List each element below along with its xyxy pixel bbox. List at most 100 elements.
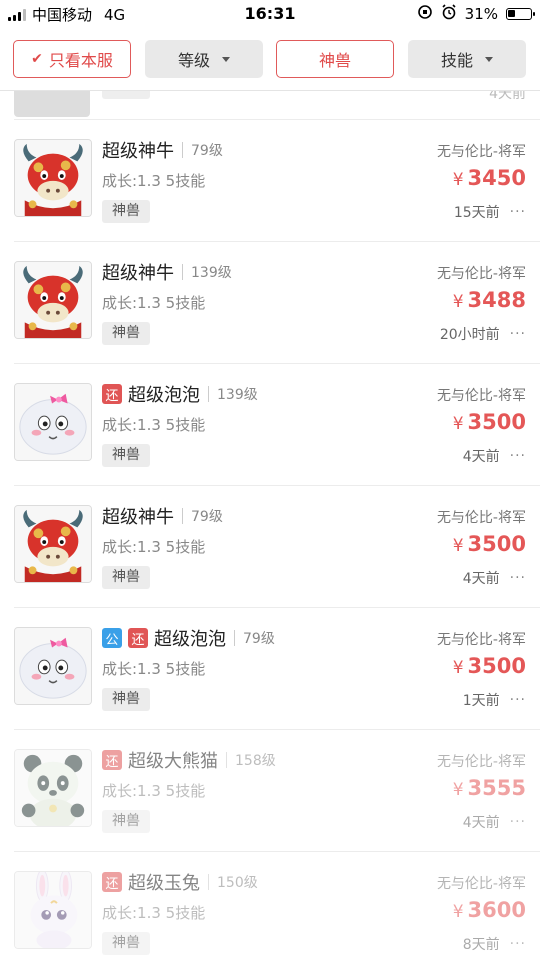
server-name: 无与伦比-将军 bbox=[436, 266, 526, 282]
pet-tag: 神兽 bbox=[102, 322, 150, 345]
more-options-icon[interactable]: ··· bbox=[510, 570, 526, 586]
level-divider bbox=[208, 386, 209, 402]
price-value: 3555 bbox=[467, 776, 526, 800]
currency-symbol: ¥ bbox=[452, 658, 464, 678]
listing-time: 8天前 bbox=[462, 937, 500, 953]
listing-time: 4天前 bbox=[462, 449, 500, 465]
currency-symbol: ¥ bbox=[452, 170, 464, 190]
filter-label: 神兽 bbox=[318, 51, 351, 70]
title-row: 还超级玉兔 150级 bbox=[102, 869, 258, 895]
filter-button-2[interactable]: 等级 bbox=[145, 40, 263, 78]
more-options-icon[interactable]: ··· bbox=[510, 326, 526, 342]
pet-growth: 成长:1.3 5技能 bbox=[102, 294, 206, 312]
server-name: 无与伦比-将军 bbox=[436, 754, 526, 770]
listing-time: 20小时前 bbox=[439, 327, 500, 343]
pet-thumbnail bbox=[14, 91, 90, 117]
pet-thumbnail bbox=[14, 871, 92, 949]
pet-name: 超级神牛 bbox=[102, 263, 174, 284]
pet-growth: 成长:1.3 5技能 bbox=[102, 782, 206, 800]
pet-tag: 神兽 bbox=[102, 810, 150, 833]
pet-thumbnail bbox=[14, 139, 92, 217]
alarm-icon bbox=[441, 4, 457, 24]
pet-thumbnail bbox=[14, 505, 92, 583]
currency-symbol: ¥ bbox=[452, 414, 464, 434]
currency-symbol: ¥ bbox=[452, 536, 464, 556]
more-options-icon[interactable]: ··· bbox=[510, 448, 526, 464]
list-item[interactable]: 超级神牛 139级 成长:1.3 5技能 神兽 无与伦比-将军 ¥3488 20小时前 ··· bbox=[0, 242, 540, 363]
listing-time: 1天前 bbox=[462, 693, 500, 709]
pet-level: 79级 bbox=[191, 509, 223, 525]
return-badge: 还 bbox=[102, 750, 122, 770]
list-item[interactable]: 超级神牛 79级 成长:1.3 5技能 神兽 无与伦比-将军 ¥3500 4天前 ··· bbox=[0, 486, 540, 607]
pet-level: 158级 bbox=[235, 753, 276, 769]
filter-button-4[interactable]: 技能 bbox=[408, 40, 526, 78]
level-divider bbox=[234, 630, 235, 646]
filter-label: 技能 bbox=[440, 51, 473, 70]
pet-level: 79级 bbox=[243, 631, 275, 647]
time-row: 15天前 ··· bbox=[454, 202, 526, 222]
level-divider bbox=[182, 142, 183, 158]
pet-list: 4天前 超级神牛 79级 成长:1.3 5技能 神兽 无与伦比-将军 ¥3450 15天前 ·… bbox=[0, 91, 540, 960]
price: ¥3500 bbox=[453, 532, 526, 556]
pet-name: 超级神牛 bbox=[102, 507, 174, 528]
server-name: 无与伦比-将军 bbox=[436, 632, 526, 648]
title-row: 超级神牛 79级 bbox=[102, 503, 223, 529]
caret-down-icon bbox=[222, 56, 230, 62]
return-badge: 还 bbox=[102, 384, 122, 404]
pet-thumbnail bbox=[14, 749, 92, 827]
list-item[interactable]: 公还超级泡泡 79级 成长:1.3 5技能 神兽 无与伦比-将军 ¥3500 1天前 ··· bbox=[0, 608, 540, 729]
time-row: 20小时前 ··· bbox=[440, 324, 526, 344]
list-item[interactable]: 还超级大熊猫 158级 成长:1.3 5技能 神兽 无与伦比-将军 ¥3555 4天前 ··· bbox=[0, 730, 540, 851]
filter-button-1[interactable]: ✔ 只看本服 bbox=[13, 40, 131, 78]
status-bar: 中国移动 4G 16:31 31% bbox=[0, 0, 540, 28]
listing-time: 15天前 bbox=[453, 205, 500, 221]
server-name: 无与伦比-将军 bbox=[436, 510, 526, 526]
price: ¥3500 bbox=[453, 654, 526, 678]
pet-tag bbox=[102, 91, 150, 99]
battery-icon bbox=[506, 8, 535, 20]
pet-name: 超级神牛 bbox=[102, 141, 174, 162]
pet-name: 超级泡泡 bbox=[154, 629, 226, 650]
price: ¥3450 bbox=[453, 166, 526, 190]
time-row: 4天前 ··· bbox=[463, 812, 526, 832]
server-name: 无与伦比-将军 bbox=[436, 876, 526, 892]
pet-name: 超级大熊猫 bbox=[128, 751, 218, 772]
title-row: 还超级泡泡 139级 bbox=[102, 381, 258, 407]
pet-level: 79级 bbox=[191, 143, 223, 159]
more-options-icon[interactable]: ··· bbox=[510, 936, 526, 952]
listing-time: 4天前 bbox=[462, 571, 500, 587]
price-value: 3600 bbox=[467, 898, 526, 922]
time-row: 8天前 ··· bbox=[463, 934, 526, 954]
time-row: 4天前 ··· bbox=[463, 568, 526, 588]
more-options-icon[interactable]: ··· bbox=[510, 814, 526, 830]
level-divider bbox=[182, 264, 183, 280]
filter-label: 只看本服 bbox=[48, 51, 113, 70]
pet-growth: 成长:1.3 5技能 bbox=[102, 904, 206, 922]
pet-name: 超级泡泡 bbox=[128, 385, 200, 406]
more-options-icon[interactable]: ··· bbox=[510, 204, 526, 220]
pet-thumbnail bbox=[14, 261, 92, 339]
price-value: 3500 bbox=[467, 532, 526, 556]
price-value: 3488 bbox=[467, 288, 526, 312]
title-row: 超级神牛 139级 bbox=[102, 259, 232, 285]
pet-growth: 成长:1.3 5技能 bbox=[102, 416, 206, 434]
pet-growth: 成长:1.3 5技能 bbox=[102, 172, 206, 190]
filter-bar: ✔ 只看本服 等级 神兽 技能 bbox=[0, 40, 540, 80]
pet-tag: 神兽 bbox=[102, 200, 150, 223]
level-divider bbox=[182, 508, 183, 524]
pet-tag: 神兽 bbox=[102, 444, 150, 467]
level-divider bbox=[226, 752, 227, 768]
list-item-partial[interactable]: 4天前 bbox=[0, 91, 540, 119]
list-item[interactable]: 还超级泡泡 139级 成长:1.3 5技能 神兽 无与伦比-将军 ¥3500 4天前 ··· bbox=[0, 364, 540, 485]
list-item[interactable]: 超级神牛 79级 成长:1.3 5技能 神兽 无与伦比-将军 ¥3450 15天前 ··· bbox=[0, 120, 540, 241]
more-options-icon[interactable]: ··· bbox=[510, 692, 526, 708]
pet-growth: 成长:1.3 5技能 bbox=[102, 660, 206, 678]
pet-level: 139级 bbox=[191, 265, 232, 281]
pet-thumbnail bbox=[14, 383, 92, 461]
caret-down-icon bbox=[485, 56, 493, 62]
filter-button-3[interactable]: 神兽 bbox=[276, 40, 394, 78]
list-item[interactable]: 还超级玉兔 150级 成长:1.3 5技能 神兽 无与伦比-将军 ¥3600 8天前 ··· bbox=[0, 852, 540, 960]
time-row: 1天前 ··· bbox=[463, 690, 526, 710]
orientation-lock-icon bbox=[417, 4, 433, 24]
price: ¥3500 bbox=[453, 410, 526, 434]
